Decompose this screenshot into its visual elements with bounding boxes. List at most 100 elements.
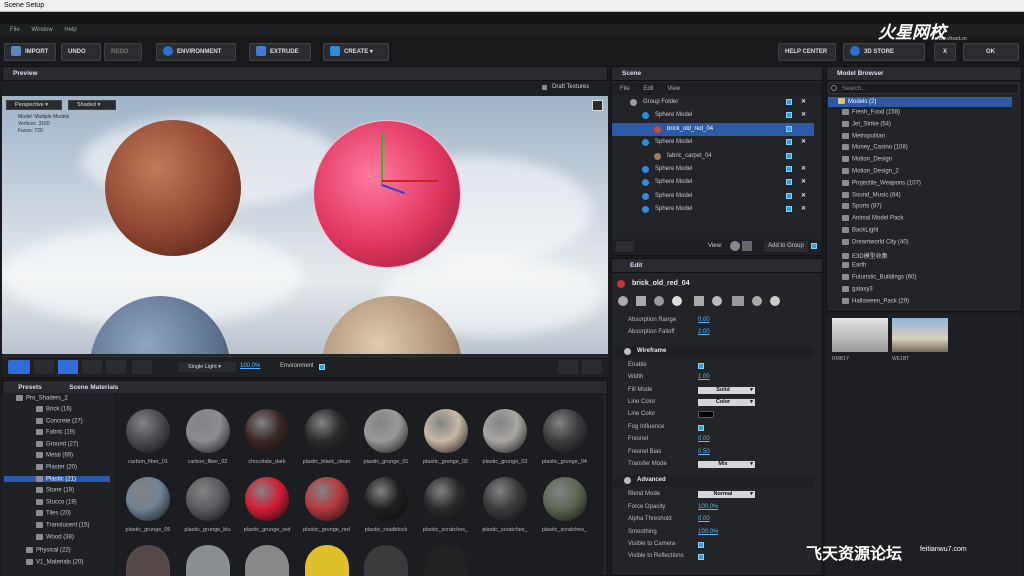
scene-item-4[interactable]: fabric_carpet_04 xyxy=(612,150,814,163)
create-button[interactable]: CREATE ▾ xyxy=(323,43,389,61)
material-icon[interactable] xyxy=(618,296,628,306)
move-tool-icon[interactable] xyxy=(58,360,78,374)
prop-dropdown-arrow-adv_props-0[interactable]: ▾ xyxy=(748,491,755,499)
prop-swatch-wire_props-4[interactable] xyxy=(698,411,714,419)
maximize-viewport-icon[interactable] xyxy=(592,100,603,111)
delete-icon[interactable]: ✕ xyxy=(801,203,806,216)
visibility-checkbox[interactable] xyxy=(786,192,792,199)
gizmo-x-axis[interactable] xyxy=(382,180,438,182)
scene-menu-edit[interactable]: Edit xyxy=(643,86,653,92)
undo-button[interactable]: UNDO xyxy=(61,43,101,61)
scene-menu-view[interactable]: View xyxy=(667,86,680,92)
material-swatch-2[interactable] xyxy=(245,409,289,453)
extrude-button[interactable]: EXTRUDE xyxy=(249,43,311,61)
prop-dropdown-wire_props-3[interactable]: Color xyxy=(698,399,748,406)
scene-item-1[interactable]: Sphere Model ✕ xyxy=(612,109,814,122)
reflection-icon[interactable] xyxy=(654,296,664,306)
material-swatch-6[interactable] xyxy=(483,409,527,453)
3d-viewport[interactable]: Perspective ▾ Shaded ▾ Model: Multiple M… xyxy=(2,96,608,354)
redo-button[interactable]: REDO xyxy=(104,43,142,61)
scene-item-7[interactable]: Sphere Model ✕ xyxy=(612,190,814,203)
material-swatch-3[interactable] xyxy=(304,409,349,453)
gear-icon[interactable] xyxy=(770,296,780,306)
visibility-checkbox[interactable] xyxy=(786,166,792,172)
model-folder-12[interactable]: E3D模型收集 xyxy=(842,251,888,260)
model-folder-0[interactable]: Fresh_Food (158) xyxy=(842,109,900,116)
material-swatch-9[interactable] xyxy=(185,477,230,521)
model-folder-10[interactable]: BackLight xyxy=(842,227,878,234)
delete-icon[interactable]: ✕ xyxy=(801,176,806,189)
tree-root[interactable]: Pro_Shaders_2 xyxy=(16,395,68,402)
gizmo-y-axis[interactable] xyxy=(381,131,383,186)
prop-value-wire_props-6[interactable]: 0.00 xyxy=(698,436,710,442)
prop-checkbox-wire_props-5[interactable] xyxy=(698,424,704,431)
prop-value-adv_props-1[interactable]: 100.0% xyxy=(698,504,718,510)
screen-icon[interactable] xyxy=(582,360,602,374)
scene-item-0[interactable]: Group Folder ✕ xyxy=(612,96,814,109)
material-swatch-5[interactable] xyxy=(423,409,468,453)
preset-folder-10[interactable]: Translucent (15) xyxy=(36,522,89,529)
preset-folder-11[interactable]: Wood (38) xyxy=(36,533,74,540)
visibility-checkbox[interactable] xyxy=(786,112,792,119)
model-folder-6[interactable]: Projectile_Weapons (107) xyxy=(842,179,921,186)
environment-checkbox[interactable] xyxy=(319,364,325,370)
scene-item-8[interactable]: Sphere Model ✕ xyxy=(612,203,814,216)
visibility-checkbox[interactable] xyxy=(786,139,792,146)
brick-sphere[interactable] xyxy=(105,120,241,256)
camera-dropdown[interactable]: Perspective ▾ xyxy=(6,100,62,110)
model-folder-16[interactable]: Halloween_Pack (29) xyxy=(842,297,909,304)
scene-item-3[interactable]: Sphere Model ✕ xyxy=(612,136,814,149)
delete-icon[interactable]: ✕ xyxy=(801,163,806,176)
prop-dropdown-arrow-wire_props-2[interactable]: ▾ xyxy=(748,386,755,394)
material-swatch-11[interactable] xyxy=(304,477,349,521)
model-folder-3[interactable]: Money_Casino (108) xyxy=(842,144,908,151)
thumb-1[interactable] xyxy=(832,318,888,352)
material-swatch-14[interactable] xyxy=(483,477,527,521)
scene-item-6[interactable]: Sphere Model ✕ xyxy=(612,176,814,189)
prop-checkbox-adv_props-4[interactable] xyxy=(698,542,704,548)
preset-folder-4[interactable]: Metal (69) xyxy=(36,452,73,459)
material-swatch-0[interactable] xyxy=(126,409,170,453)
preset-folder-2[interactable]: Fabric (19) xyxy=(36,429,75,436)
preset-folder-8[interactable]: Stucco (19) xyxy=(36,498,77,505)
material-swatch-13[interactable] xyxy=(423,477,468,521)
prop-dropdown-arrow-wire_props-3[interactable]: ▾ xyxy=(748,399,755,406)
close-button[interactable]: X xyxy=(934,43,956,61)
material-swatch-7[interactable] xyxy=(542,409,587,453)
menu-help[interactable]: Help xyxy=(64,27,76,33)
preset-folder-0[interactable]: Brick (16) xyxy=(36,406,72,413)
prop-dropdown-wire_props-8[interactable]: Mix xyxy=(698,461,748,468)
light-icon[interactable] xyxy=(712,296,722,306)
prop-dropdown-arrow-wire_props-8[interactable]: ▾ xyxy=(748,461,755,468)
material-swatch-4[interactable] xyxy=(364,409,408,453)
preset-folder-6[interactable]: Plastic (21) xyxy=(4,475,110,483)
visibility-checkbox[interactable] xyxy=(786,152,792,159)
search-input[interactable]: Search... xyxy=(829,83,1019,94)
wireframe-icon[interactable] xyxy=(752,296,762,306)
help-center-button[interactable]: HELP CENTER xyxy=(778,43,836,61)
texture-icon[interactable] xyxy=(636,296,646,306)
visibility-checkbox[interactable] xyxy=(786,206,792,213)
add-to-group-button[interactable]: Add to Group xyxy=(764,241,808,252)
camera-tool-icon[interactable] xyxy=(8,360,30,374)
preset-folder-9[interactable]: Tiles (20) xyxy=(36,510,71,517)
draft-textures-checkbox[interactable] xyxy=(542,85,547,90)
model-folder-14[interactable]: Futuristic_Buildings (60) xyxy=(842,274,916,281)
material-swatch-1[interactable] xyxy=(185,409,230,453)
zoom-value[interactable]: 100.0% xyxy=(240,363,260,369)
light-dropdown[interactable]: Single Light ▾ xyxy=(178,362,236,372)
scene-menu-file[interactable]: File xyxy=(620,86,630,92)
model-folder-7[interactable]: Sound_Music (84) xyxy=(842,191,901,198)
view-sphere-icon[interactable] xyxy=(730,241,740,251)
prop-value-wire_props-7[interactable]: 0.50 xyxy=(698,449,710,455)
prop-value-wire_props-1[interactable]: 1.00 xyxy=(698,374,710,380)
prop-value-adv_props-2[interactable]: 0.00 xyxy=(698,516,710,522)
scene-item-5[interactable]: Sphere Model ✕ xyxy=(612,163,814,176)
ok-button[interactable]: OK xyxy=(963,43,1019,61)
delete-icon[interactable]: ✕ xyxy=(801,109,806,122)
model-folder-4[interactable]: Motion_Design xyxy=(842,156,892,163)
material-swatch-10[interactable] xyxy=(245,477,289,521)
visibility-checkbox[interactable] xyxy=(786,125,792,132)
menu-file[interactable]: File xyxy=(10,27,20,33)
rotate-tool-icon[interactable] xyxy=(82,360,102,374)
